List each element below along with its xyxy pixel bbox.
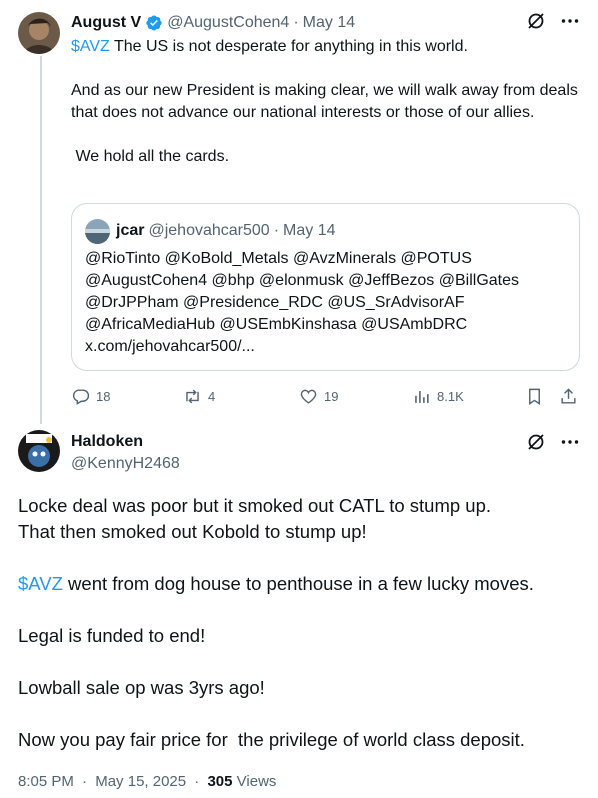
- grok-icon[interactable]: [526, 432, 546, 457]
- tweet2-line: Lowball sale op was 3yrs ago!: [18, 677, 265, 698]
- author-name[interactable]: August V: [71, 14, 141, 32]
- tweet1-line: $AVZ The US is not desperate for anythin…: [71, 36, 581, 58]
- tweet2-line: $AVZ went from dog house to penthouse in…: [18, 571, 588, 597]
- tweet1-text: $AVZ The US is not desperate for anythin…: [71, 36, 581, 168]
- author-handle[interactable]: @AugustCohen4: [167, 14, 289, 32]
- quote-author-name: jcar: [116, 222, 145, 239]
- quote-date: May 14: [283, 222, 336, 239]
- separator-dot: ·: [82, 773, 88, 790]
- avatar[interactable]: [18, 430, 60, 472]
- bookmark-icon: [529, 388, 540, 405]
- separator-dot: ·: [293, 14, 299, 31]
- tweet1-header: August V @AugustCohen4 · May 14: [71, 12, 580, 34]
- tweet1-line-text: The US is not desperate for anything in …: [109, 38, 468, 55]
- heart-icon: [300, 389, 317, 404]
- avatar[interactable]: [18, 12, 60, 54]
- like-button[interactable]: 19: [299, 384, 338, 408]
- tweet1-line: We hold all the cards.: [71, 148, 230, 165]
- views-label: Views: [236, 773, 277, 790]
- more-icon[interactable]: [560, 432, 580, 457]
- share-icon: [561, 387, 576, 404]
- more-icon[interactable]: [560, 11, 580, 36]
- cashtag-link[interactable]: $AVZ: [71, 38, 110, 55]
- tweet-date[interactable]: May 14: [303, 14, 355, 32]
- tweet2-line: That then smoked out Kobold to stump up!: [18, 521, 367, 542]
- tweet2-line: Legal is funded to end!: [18, 625, 206, 646]
- views-button[interactable]: 8.1K: [412, 384, 464, 408]
- grok-icon[interactable]: [526, 11, 546, 36]
- tweet2-line: Now you pay fair price for the privilege…: [18, 729, 525, 750]
- tweet2-text: Locke deal was poor but it smoked out CA…: [18, 493, 588, 753]
- quote-avatar[interactable]: [85, 218, 110, 244]
- views-count: 8.1K: [437, 388, 464, 404]
- tweet-date[interactable]: May 15, 2025: [95, 773, 186, 790]
- repost-count: 4: [208, 388, 216, 404]
- repost-button[interactable]: 4: [183, 384, 215, 408]
- tweet2-header-icons: [526, 432, 580, 457]
- like-count: 19: [324, 388, 339, 404]
- separator-dot: ·: [273, 222, 280, 239]
- quote-header: jcar @jehovahcar500 · May 14: [85, 218, 336, 244]
- verified-badge-icon: [145, 14, 163, 32]
- views-icon: [415, 390, 429, 403]
- quote-author-handle: @jehovahcar500: [148, 222, 270, 239]
- tweet2-line: Locke deal was poor but it smoked out CA…: [18, 495, 492, 516]
- views-count: 305: [207, 773, 233, 790]
- quote-text: @RioTinto @KoBold_Metals @AvzMinerals @P…: [85, 250, 520, 355]
- quoted-tweet-card[interactable]: jcar @jehovahcar500 · May 14 @RioTinto @…: [71, 203, 580, 371]
- share-button[interactable]: [559, 384, 584, 408]
- author-name[interactable]: Haldoken: [71, 431, 143, 453]
- separator-dot: ·: [194, 773, 200, 790]
- cashtag-link[interactable]: $AVZ: [18, 573, 63, 594]
- tweet1-action-bar: 18 4 19 8.1K: [71, 384, 581, 408]
- tweet-time[interactable]: 8:05 PM: [18, 773, 74, 790]
- thread-connector-line: [40, 56, 42, 424]
- reply-button[interactable]: 18: [71, 384, 110, 408]
- tweet1-line: And as our new President is making clear…: [71, 82, 578, 121]
- repost-icon: [186, 389, 199, 403]
- author-handle[interactable]: @KennyH2468: [71, 453, 180, 475]
- tweet-metadata: 8:05 PM · May 15, 2025 · 305 Views: [18, 772, 276, 792]
- reply-count: 18: [96, 388, 111, 404]
- tweet2-line-text: went from dog house to penthouse in a fe…: [62, 573, 534, 594]
- reply-icon: [72, 388, 90, 405]
- bookmark-button[interactable]: [525, 384, 550, 408]
